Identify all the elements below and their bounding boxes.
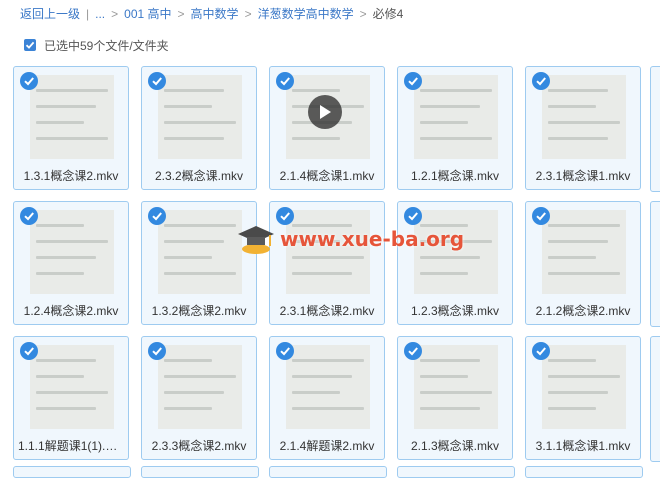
file-card[interactable]: 3.1.1概念课1.mkv	[525, 336, 641, 460]
selected-check-icon[interactable]	[20, 72, 38, 90]
selected-check-icon[interactable]	[404, 342, 422, 360]
file-card[interactable]: 1.3.1概念课2.mkv	[13, 66, 129, 190]
file-card[interactable]: 1.3.2概念课2.mkv	[141, 201, 257, 325]
video-thumbnail	[30, 345, 114, 429]
file-name: 1.2.3概念课.mkv	[410, 304, 500, 318]
file-name: 2.3.3概念课2.mkv	[151, 439, 247, 453]
file-name: 2.3.2概念课.mkv	[154, 169, 244, 183]
video-thumbnail	[30, 210, 114, 294]
file-name: 1.3.1概念课2.mkv	[23, 169, 119, 183]
partial-card-edge[interactable]	[650, 66, 660, 192]
file-card[interactable]: 1.1.1解题课1(1).m...	[13, 336, 129, 460]
file-card[interactable]: 1.2.4概念课2.mkv	[13, 201, 129, 325]
file-name: 2.1.4解题课2.mkv	[279, 439, 375, 453]
play-icon[interactable]	[308, 95, 342, 129]
partial-card-bottom[interactable]	[269, 466, 387, 478]
selected-check-icon[interactable]	[20, 342, 38, 360]
selected-check-icon[interactable]	[532, 72, 550, 90]
file-card[interactable]: 2.3.3概念课2.mkv	[141, 336, 257, 460]
file-name: 1.2.1概念课.mkv	[410, 169, 500, 183]
video-thumbnail	[286, 345, 370, 429]
video-thumbnail	[30, 75, 114, 159]
video-thumbnail	[542, 75, 626, 159]
file-card[interactable]: 2.1.4概念课1.mkv	[269, 66, 385, 190]
selected-check-icon[interactable]	[404, 72, 422, 90]
selected-check-icon[interactable]	[532, 342, 550, 360]
file-card[interactable]: 2.1.3概念课.mkv	[397, 336, 513, 460]
selected-check-icon[interactable]	[532, 207, 550, 225]
partial-card-bottom[interactable]	[13, 466, 131, 478]
video-thumbnail	[158, 210, 242, 294]
watermark: www.xue-ba.org	[236, 222, 464, 256]
file-name: 1.2.4概念课2.mkv	[23, 304, 119, 318]
file-card[interactable]: 1.2.1概念课.mkv	[397, 66, 513, 190]
partial-card-bottom[interactable]	[397, 466, 515, 478]
file-name: 3.1.1概念课1.mkv	[535, 439, 631, 453]
video-thumbnail	[158, 75, 242, 159]
video-thumbnail	[414, 75, 498, 159]
file-name: 1.3.2概念课2.mkv	[151, 304, 247, 318]
file-card[interactable]: 2.1.2概念课2.mkv	[525, 201, 641, 325]
file-card[interactable]: 2.3.2概念课.mkv	[141, 66, 257, 190]
file-card[interactable]: 2.3.1概念课1.mkv	[525, 66, 641, 190]
partial-card-edge[interactable]	[650, 336, 660, 462]
file-name: 2.3.1概念课2.mkv	[279, 304, 375, 318]
file-card[interactable]: 1.2.3概念课.mkv	[397, 201, 513, 325]
watermark-text: www.xue-ba.org	[280, 227, 465, 251]
video-thumbnail	[542, 345, 626, 429]
selected-check-icon[interactable]	[276, 342, 294, 360]
file-card[interactable]: 2.3.1概念课2.mkv	[269, 201, 385, 325]
selected-check-icon[interactable]	[276, 72, 294, 90]
file-name: 2.1.2概念课2.mkv	[535, 304, 631, 318]
file-name: 1.1.1解题课1(1).m...	[18, 439, 126, 453]
partial-card-bottom[interactable]	[525, 466, 643, 478]
file-card[interactable]: 2.1.4解题课2.mkv	[269, 336, 385, 460]
video-thumbnail	[158, 345, 242, 429]
video-thumbnail	[414, 345, 498, 429]
selected-check-icon[interactable]	[20, 207, 38, 225]
video-thumbnail	[542, 210, 626, 294]
partial-card-bottom[interactable]	[141, 466, 259, 478]
partial-card-edge[interactable]	[650, 201, 660, 327]
graduation-cap-icon	[238, 226, 274, 254]
file-name: 2.1.3概念课.mkv	[410, 439, 500, 453]
selected-check-icon[interactable]	[148, 207, 166, 225]
file-name: 2.1.4概念课1.mkv	[279, 169, 375, 183]
selected-check-icon[interactable]	[148, 342, 166, 360]
selected-check-icon[interactable]	[148, 72, 166, 90]
file-name: 2.3.1概念课1.mkv	[535, 169, 631, 183]
